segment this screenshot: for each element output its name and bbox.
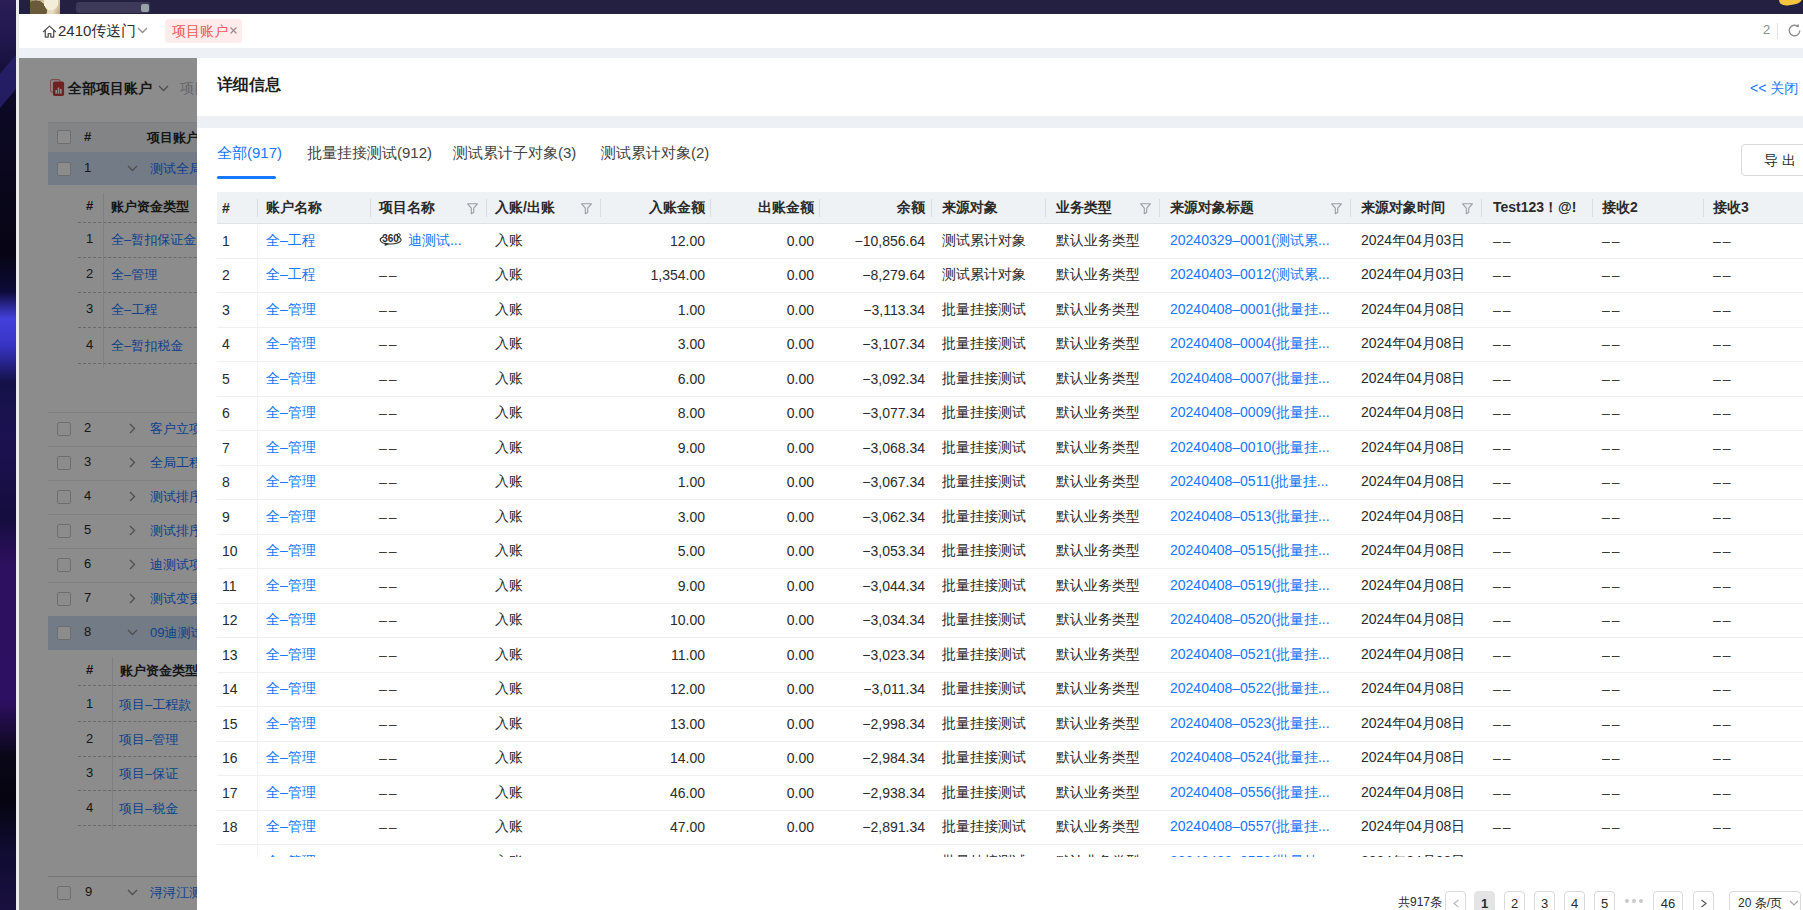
svg-text:360: 360	[382, 233, 399, 244]
